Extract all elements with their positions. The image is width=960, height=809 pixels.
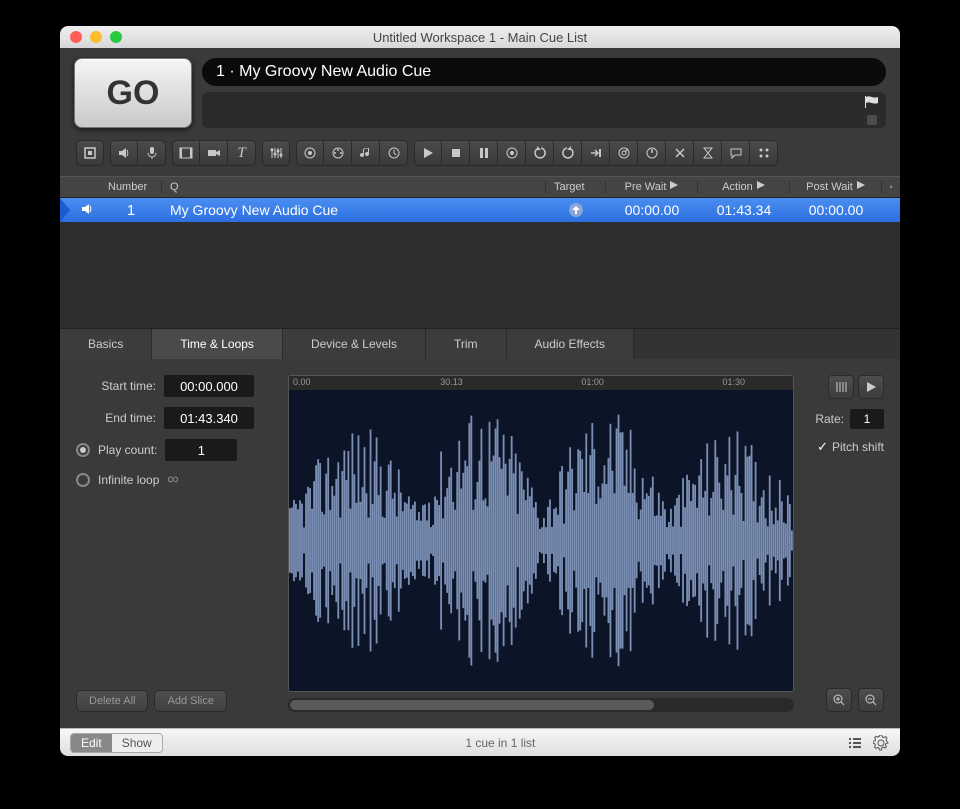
integrated-fade-button[interactable] xyxy=(828,375,854,399)
text-cue-icon[interactable]: T xyxy=(228,140,256,166)
preview-play-button[interactable] xyxy=(858,375,884,399)
wait-icon[interactable] xyxy=(694,140,722,166)
cue-postwait[interactable]: 00:00.00 xyxy=(790,202,882,218)
playhead-indicator-icon xyxy=(60,198,70,222)
mic-cue-icon[interactable] xyxy=(138,140,166,166)
col-postwait[interactable]: Post Wait xyxy=(790,181,882,193)
end-time-label: End time: xyxy=(76,411,156,425)
target-icon[interactable] xyxy=(610,140,638,166)
cue-row[interactable]: 1 My Groovy New Audio Cue 00:00.00 01:43… xyxy=(60,198,900,222)
add-slice-button[interactable]: Add Slice xyxy=(154,690,226,712)
waveform-icon xyxy=(289,390,793,691)
cue-target-icon[interactable] xyxy=(569,203,583,217)
toolbar: T xyxy=(74,128,886,176)
tab-basics[interactable]: Basics xyxy=(60,329,152,359)
titlebar: Untitled Workspace 1 - Main Cue List xyxy=(60,26,900,48)
network-cue-icon[interactable] xyxy=(296,140,324,166)
inspector: Basics Time & Loops Device & Levels Trim… xyxy=(60,328,900,728)
camera-cue-icon[interactable] xyxy=(200,140,228,166)
col-number[interactable]: Number xyxy=(100,181,162,193)
selected-cue-title[interactable]: 1 · My Groovy New Audio Cue xyxy=(202,58,886,86)
group-cue-icon[interactable] xyxy=(76,140,104,166)
pause-icon[interactable] xyxy=(470,140,498,166)
col-action[interactable]: Action xyxy=(698,181,790,193)
cue-list-table: Number Q Target Pre Wait Action Post Wai… xyxy=(60,176,900,328)
arm-icon[interactable] xyxy=(638,140,666,166)
window-title: Untitled Workspace 1 - Main Cue List xyxy=(60,30,900,45)
fade-cue-icon[interactable] xyxy=(262,140,290,166)
settings-icon[interactable] xyxy=(872,734,890,752)
audio-cue-icon[interactable] xyxy=(110,140,138,166)
script-icon[interactable] xyxy=(750,140,778,166)
cue-name[interactable]: My Groovy New Audio Cue xyxy=(162,202,546,218)
waveform-ruler: 0.00 30.13 01:00 01:30 xyxy=(289,376,793,390)
video-cue-icon[interactable] xyxy=(172,140,200,166)
flag-icon[interactable] xyxy=(864,95,880,113)
stop-icon[interactable] xyxy=(442,140,470,166)
mode-show[interactable]: Show xyxy=(112,734,162,752)
zoom-out-button[interactable] xyxy=(858,688,884,712)
infinite-loop-radio[interactable] xyxy=(76,473,90,487)
inspector-tabs: Basics Time & Loops Device & Levels Trim… xyxy=(60,329,900,359)
devamp-icon[interactable] xyxy=(554,140,582,166)
table-header: Number Q Target Pre Wait Action Post Wai… xyxy=(60,176,900,198)
play-count-field[interactable]: 1 xyxy=(165,439,237,461)
lists-icon[interactable] xyxy=(846,734,864,752)
pitch-shift-checkbox[interactable]: ✓ xyxy=(817,439,828,455)
infinity-icon: ∞ xyxy=(167,471,178,489)
cue-number[interactable]: 1 xyxy=(100,202,162,219)
window-zoom-button[interactable] xyxy=(110,31,122,43)
disarm-icon[interactable] xyxy=(666,140,694,166)
col-target[interactable]: Target xyxy=(546,181,606,193)
window-minimize-button[interactable] xyxy=(90,31,102,43)
col-prewait[interactable]: Pre Wait xyxy=(606,181,698,193)
reset-icon[interactable] xyxy=(526,140,554,166)
notes-field[interactable] xyxy=(202,92,886,128)
pitch-shift-label: Pitch shift xyxy=(832,440,884,454)
infinite-loop-label: Infinite loop xyxy=(98,473,159,487)
memo-icon[interactable] xyxy=(722,140,750,166)
go-button[interactable]: GO xyxy=(74,58,192,128)
end-time-field[interactable]: 01:43.340 xyxy=(164,407,254,429)
col-q[interactable]: Q xyxy=(162,181,546,193)
mode-segmented-control[interactable]: Edit Show xyxy=(70,733,163,753)
cue-action[interactable]: 01:43.34 xyxy=(698,202,790,218)
play-count-label: Play count: xyxy=(98,443,157,457)
play-icon[interactable] xyxy=(414,140,442,166)
flag-toggle[interactable] xyxy=(867,115,877,125)
waveform-view[interactable]: 0.00 30.13 01:00 01:30 xyxy=(288,375,794,692)
header: GO 1 · My Groovy New Audio Cue xyxy=(60,48,900,176)
delete-all-button[interactable]: Delete All xyxy=(76,690,148,712)
load-icon[interactable] xyxy=(498,140,526,166)
goto-icon[interactable] xyxy=(582,140,610,166)
tab-audio-effects[interactable]: Audio Effects xyxy=(507,329,635,359)
play-count-radio[interactable] xyxy=(76,443,90,457)
tab-trim[interactable]: Trim xyxy=(426,329,507,359)
midi-file-cue-icon[interactable] xyxy=(352,140,380,166)
cue-prewait[interactable]: 00:00.00 xyxy=(606,202,698,218)
start-time-label: Start time: xyxy=(76,379,156,393)
zoom-in-button[interactable] xyxy=(826,688,852,712)
footer: Edit Show 1 cue in 1 list xyxy=(60,728,900,756)
app-window: Untitled Workspace 1 - Main Cue List GO … xyxy=(60,26,900,756)
timecode-cue-icon[interactable] xyxy=(380,140,408,166)
status-text: 1 cue in 1 list xyxy=(163,736,838,750)
waveform-scrollbar[interactable] xyxy=(288,698,794,712)
mode-edit[interactable]: Edit xyxy=(71,734,112,752)
start-time-field[interactable]: 00:00.000 xyxy=(164,375,254,397)
rate-field[interactable]: 1 xyxy=(850,409,884,429)
rate-label: Rate: xyxy=(815,412,844,426)
audio-icon xyxy=(80,202,94,219)
tab-device-levels[interactable]: Device & Levels xyxy=(283,329,426,359)
col-continue[interactable] xyxy=(882,182,900,192)
window-close-button[interactable] xyxy=(70,31,82,43)
tab-time-loops[interactable]: Time & Loops xyxy=(152,329,283,359)
midi-cue-icon[interactable] xyxy=(324,140,352,166)
